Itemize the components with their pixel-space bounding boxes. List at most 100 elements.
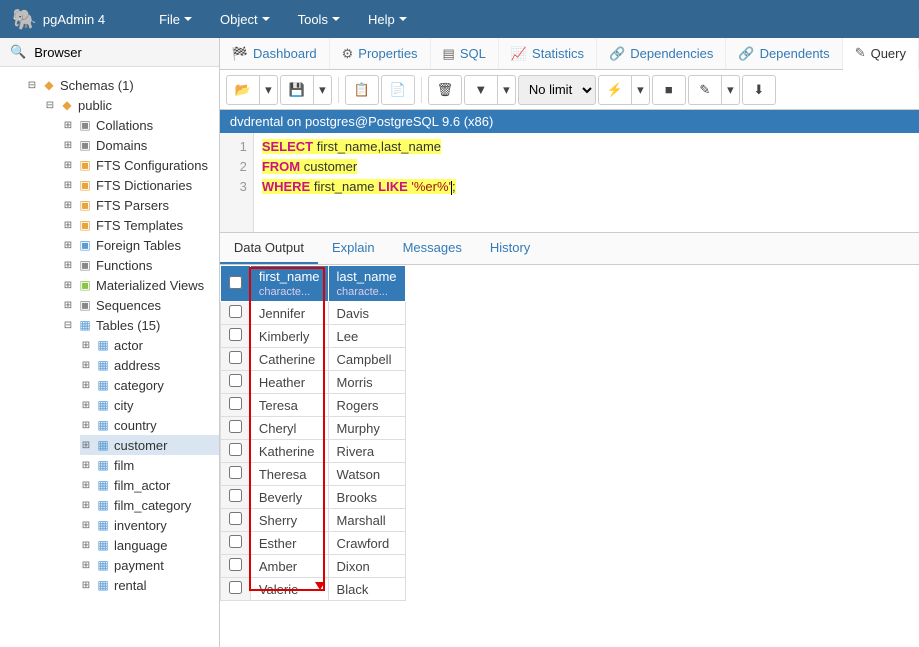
row-selector[interactable] bbox=[220, 394, 250, 417]
tree-node[interactable]: ⊞▣Domains bbox=[62, 135, 219, 155]
expand-icon[interactable]: ⊞ bbox=[80, 399, 92, 411]
tree-node-public[interactable]: ⊟ ◆ public bbox=[44, 95, 219, 115]
row-selector[interactable] bbox=[220, 325, 250, 348]
cell-first-name[interactable]: Kimberly bbox=[250, 325, 328, 348]
collapse-icon[interactable]: ⊟ bbox=[44, 99, 56, 111]
download-button[interactable]: ⬇ bbox=[742, 75, 776, 105]
row-selector[interactable] bbox=[220, 302, 250, 325]
execute-button[interactable]: ⚡ bbox=[598, 75, 632, 105]
tree-node[interactable]: ⊞▣FTS Templates bbox=[62, 215, 219, 235]
tree-node[interactable]: ⊞▣Sequences bbox=[62, 295, 219, 315]
expand-icon[interactable]: ⊞ bbox=[62, 279, 74, 291]
cell-last-name[interactable]: Marshall bbox=[328, 509, 405, 532]
column-header-last-name[interactable]: last_namecharacte... bbox=[328, 266, 405, 302]
tab-dependencies[interactable]: 🔗Dependencies bbox=[597, 38, 726, 69]
cell-last-name[interactable]: Dixon bbox=[328, 555, 405, 578]
table-row[interactable]: CherylMurphy bbox=[220, 417, 405, 440]
paste-button[interactable]: 📄 bbox=[381, 75, 415, 105]
sql-editor[interactable]: 1 2 3 SELECT first_name,last_name FROM c… bbox=[220, 133, 919, 233]
save-dropdown[interactable]: ▾ bbox=[314, 75, 332, 105]
tree-node[interactable]: ⊞▣Functions bbox=[62, 255, 219, 275]
rtab-history[interactable]: History bbox=[476, 233, 544, 264]
table-row[interactable]: AmberDixon bbox=[220, 555, 405, 578]
tab-dashboard[interactable]: 🏁Dashboard bbox=[220, 38, 330, 69]
cell-first-name[interactable]: Teresa bbox=[250, 394, 328, 417]
cell-first-name[interactable]: Esther bbox=[250, 532, 328, 555]
save-button[interactable]: 💾 bbox=[280, 75, 314, 105]
tree-node[interactable]: ⊞▣FTS Parsers bbox=[62, 195, 219, 215]
tree-node-table-city[interactable]: ⊞▦city bbox=[80, 395, 219, 415]
expand-icon[interactable]: ⊞ bbox=[62, 299, 74, 311]
table-row[interactable]: TeresaRogers bbox=[220, 394, 405, 417]
expand-icon[interactable]: ⊞ bbox=[80, 519, 92, 531]
cell-last-name[interactable]: Campbell bbox=[328, 348, 405, 371]
tree-node-table-film_actor[interactable]: ⊞▦film_actor bbox=[80, 475, 219, 495]
edit-dropdown[interactable]: ▾ bbox=[722, 75, 740, 105]
table-row[interactable]: KimberlyLee bbox=[220, 325, 405, 348]
tree-node-table-actor[interactable]: ⊞▦actor bbox=[80, 335, 219, 355]
row-selector[interactable] bbox=[220, 371, 250, 394]
expand-icon[interactable]: ⊞ bbox=[62, 179, 74, 191]
rtab-data-output[interactable]: Data Output bbox=[220, 233, 318, 264]
tab-sql[interactable]: ▤SQL bbox=[431, 38, 499, 69]
edit-button[interactable]: ✎ bbox=[688, 75, 722, 105]
row-selector[interactable] bbox=[220, 532, 250, 555]
expand-icon[interactable]: ⊞ bbox=[80, 439, 92, 451]
tree-node-table-category[interactable]: ⊞▦category bbox=[80, 375, 219, 395]
result-grid[interactable]: first_namecharacte... last_namecharacte.… bbox=[220, 265, 919, 647]
table-row[interactable]: CatherineCampbell bbox=[220, 348, 405, 371]
expand-icon[interactable]: ⊞ bbox=[80, 479, 92, 491]
tree-node-table-film_category[interactable]: ⊞▦film_category bbox=[80, 495, 219, 515]
tree-node-table-film[interactable]: ⊞▦film bbox=[80, 455, 219, 475]
tree-node[interactable]: ⊞▣Foreign Tables bbox=[62, 235, 219, 255]
table-row[interactable]: JenniferDavis bbox=[220, 302, 405, 325]
expand-icon[interactable]: ⊞ bbox=[80, 459, 92, 471]
expand-icon[interactable]: ⊞ bbox=[62, 139, 74, 151]
expand-icon[interactable]: ⊞ bbox=[62, 119, 74, 131]
tree-node[interactable]: ⊞▣FTS Dictionaries bbox=[62, 175, 219, 195]
cell-last-name[interactable]: Rivera bbox=[328, 440, 405, 463]
tree-node[interactable]: ⊞▣Materialized Views bbox=[62, 275, 219, 295]
table-row[interactable]: EstherCrawford bbox=[220, 532, 405, 555]
copy-button[interactable]: 📋 bbox=[345, 75, 379, 105]
cell-first-name[interactable]: Sherry bbox=[250, 509, 328, 532]
tree-node[interactable]: ⊞▣FTS Configurations bbox=[62, 155, 219, 175]
delete-button[interactable]: 🗑 bbox=[428, 75, 462, 105]
expand-icon[interactable]: ⊞ bbox=[80, 379, 92, 391]
tree-node-table-language[interactable]: ⊞▦language bbox=[80, 535, 219, 555]
open-button[interactable]: 📂 bbox=[226, 75, 260, 105]
row-selector[interactable] bbox=[220, 555, 250, 578]
menu-file[interactable]: File bbox=[145, 12, 206, 27]
row-selector[interactable] bbox=[220, 463, 250, 486]
cell-first-name[interactable]: Theresa bbox=[250, 463, 328, 486]
tree-node[interactable]: ⊞▣Collations bbox=[62, 115, 219, 135]
row-selector[interactable] bbox=[220, 578, 250, 601]
row-selector[interactable] bbox=[220, 348, 250, 371]
collapse-icon[interactable]: ⊟ bbox=[62, 319, 74, 331]
expand-icon[interactable]: ⊞ bbox=[62, 239, 74, 251]
filter-button[interactable]: ▼ bbox=[464, 75, 498, 105]
row-selector[interactable] bbox=[220, 440, 250, 463]
cell-first-name[interactable]: Katherine bbox=[250, 440, 328, 463]
tab-statistics[interactable]: 📈Statistics bbox=[499, 38, 597, 69]
cell-first-name[interactable]: Catherine bbox=[250, 348, 328, 371]
row-selector[interactable] bbox=[220, 509, 250, 532]
expand-icon[interactable]: ⊞ bbox=[62, 219, 74, 231]
table-row[interactable]: SherryMarshall bbox=[220, 509, 405, 532]
code-area[interactable]: SELECT first_name,last_name FROM custome… bbox=[254, 133, 464, 232]
tree-node-table-rental[interactable]: ⊞▦rental bbox=[80, 575, 219, 595]
limit-select[interactable]: No limit bbox=[518, 75, 596, 105]
column-header-first-name[interactable]: first_namecharacte... bbox=[250, 266, 328, 302]
menu-object[interactable]: Object bbox=[206, 12, 284, 27]
expand-icon[interactable]: ⊞ bbox=[62, 159, 74, 171]
select-all-header[interactable] bbox=[220, 266, 250, 302]
table-row[interactable]: ValerieBlack bbox=[220, 578, 405, 601]
cell-first-name[interactable]: Cheryl bbox=[250, 417, 328, 440]
tree-node-table-customer[interactable]: ⊞▦customer bbox=[80, 435, 219, 455]
expand-icon[interactable]: ⊞ bbox=[80, 359, 92, 371]
menu-tools[interactable]: Tools bbox=[284, 12, 354, 27]
tree-node-tables[interactable]: ⊟▦Tables (15) bbox=[62, 315, 219, 335]
tree-node-table-country[interactable]: ⊞▦country bbox=[80, 415, 219, 435]
expand-icon[interactable]: ⊞ bbox=[80, 339, 92, 351]
collapse-icon[interactable]: ⊟ bbox=[26, 79, 38, 91]
